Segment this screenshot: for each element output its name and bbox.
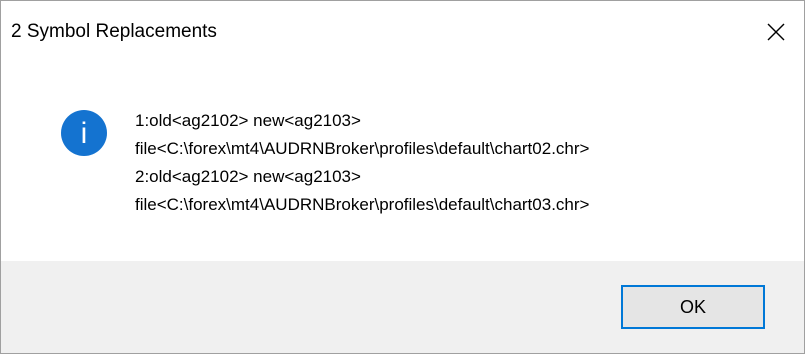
message-dialog: 2 Symbol Replacements i 1:old<ag2102> ne… [0, 0, 805, 354]
ok-button-label: OK [679, 296, 706, 317]
message-text: 1:old<ag2102> new<ag2103> file<C:\forex\… [135, 107, 589, 219]
title-bar: 2 Symbol Replacements [1, 1, 804, 63]
info-icon-glyph: i [81, 117, 88, 150]
dialog-content: i 1:old<ag2102> new<ag2103> file<C:\fore… [1, 63, 804, 261]
button-bar: OK [1, 261, 804, 353]
ok-button[interactable]: OK [621, 285, 765, 329]
message-line: 1:old<ag2102> new<ag2103> [135, 111, 361, 130]
info-icon: i [60, 109, 108, 157]
message-line: file<C:\forex\mt4\AUDRNBroker\profiles\d… [135, 139, 590, 158]
close-button[interactable] [748, 1, 804, 63]
dialog-title: 2 Symbol Replacements [11, 21, 217, 42]
message-line: 2:old<ag2102> new<ag2103> [135, 167, 361, 186]
message-line: file<C:\forex\mt4\AUDRNBroker\profiles\d… [135, 195, 590, 214]
close-icon [767, 23, 785, 41]
